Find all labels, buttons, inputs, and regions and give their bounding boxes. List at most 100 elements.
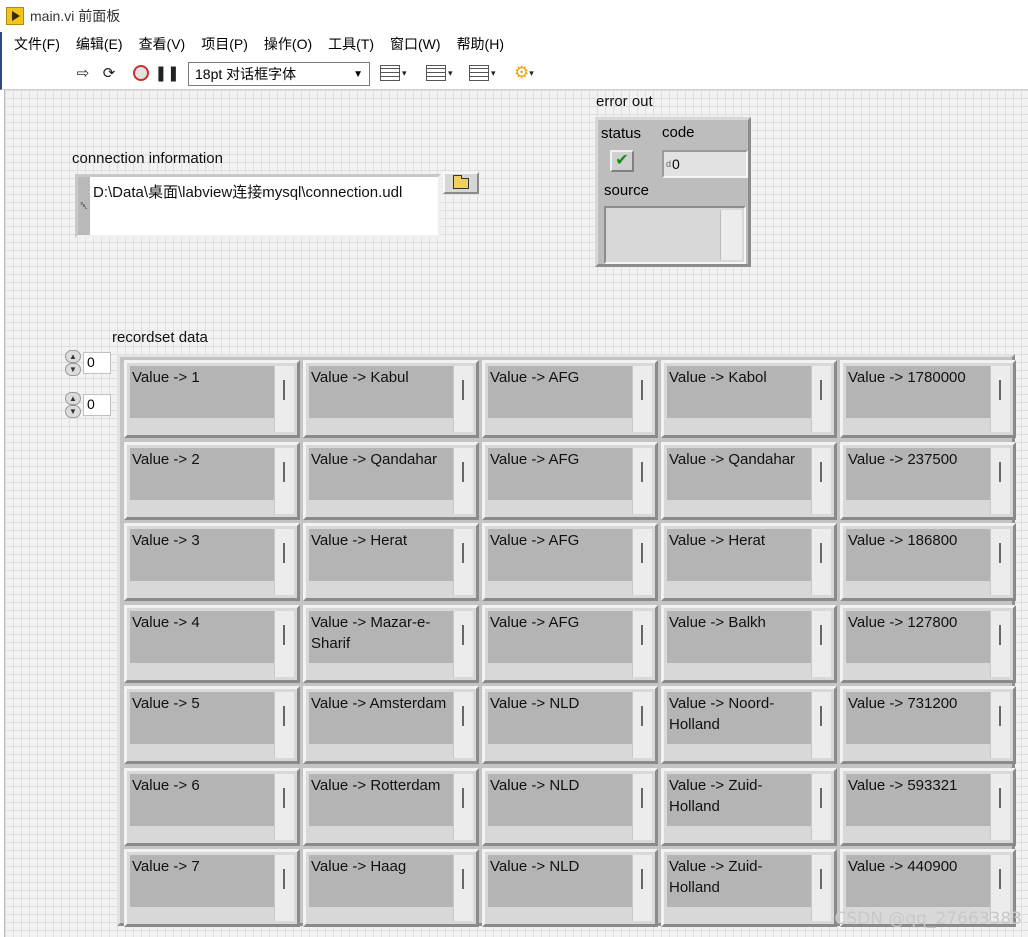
cell-scrollbar[interactable] (632, 773, 652, 840)
array-cell[interactable]: Value -> Zuid-Holland (661, 767, 837, 846)
array-cell[interactable]: Value -> Herat (661, 523, 837, 601)
array-cell[interactable]: Value -> Kabul (303, 360, 479, 438)
array-cell[interactable]: Value -> Qandahar (303, 441, 479, 520)
row-index-control[interactable]: ▲ ▼ 0 (63, 350, 111, 376)
cell-text[interactable]: Value -> 127800 (846, 610, 992, 663)
cell-text[interactable]: Value -> 731200 (846, 692, 992, 744)
cell-text[interactable]: Value -> Kabol (667, 366, 813, 418)
row-index-value[interactable]: 0 (83, 352, 111, 374)
menu-help[interactable]: 帮助(H) (449, 34, 512, 54)
cell-text[interactable]: Value -> AFG (488, 610, 634, 663)
browse-button[interactable] (443, 172, 479, 194)
cell-text[interactable]: Value -> AFG (488, 529, 634, 581)
array-cell[interactable]: Value -> AFG (482, 441, 658, 520)
cell-text[interactable]: Value -> 6 (130, 773, 276, 826)
cell-text[interactable]: Value -> 4 (130, 610, 276, 663)
cell-scrollbar[interactable] (274, 447, 294, 514)
connection-path-value[interactable]: D:\Data\桌面\labview连接mysql\connection.udl (93, 181, 402, 202)
cell-text[interactable]: Value -> Amsterdam (309, 692, 455, 744)
cell-scrollbar[interactable] (990, 366, 1010, 432)
cell-scrollbar[interactable] (274, 366, 294, 432)
cell-scrollbar[interactable] (274, 610, 294, 677)
array-cell[interactable]: Value -> Zuid-Holland (661, 849, 837, 927)
array-cell[interactable]: Value -> 2 (124, 441, 300, 520)
cell-text[interactable]: Value -> NLD (488, 855, 634, 907)
cell-text[interactable]: Value -> Qandahar (667, 447, 813, 500)
cell-scrollbar[interactable] (274, 855, 294, 921)
cell-text[interactable]: Value -> Zuid-Holland (667, 855, 813, 907)
cell-text[interactable]: Value -> Qandahar (309, 447, 455, 500)
array-cell[interactable]: Value -> 7 (124, 849, 300, 927)
array-cell[interactable]: Value -> Rotterdam (303, 767, 479, 846)
array-cell[interactable]: Value -> AFG (482, 604, 658, 683)
resize-objects-icon[interactable]: ▾ (469, 63, 496, 83)
cell-text[interactable]: Value -> AFG (488, 447, 634, 500)
pause-icon[interactable]: ❚❚ (154, 63, 179, 83)
cell-text[interactable]: Value -> Zuid-Holland (667, 773, 813, 826)
cell-scrollbar[interactable] (453, 692, 473, 758)
array-cell[interactable]: Value -> 6 (124, 767, 300, 846)
array-cell[interactable]: Value -> Qandahar (661, 441, 837, 520)
cell-text[interactable]: Value -> 7 (130, 855, 276, 907)
column-index-control[interactable]: ▲ ▼ 0 (63, 392, 111, 418)
column-index-value[interactable]: 0 (83, 394, 111, 416)
cell-scrollbar[interactable] (811, 692, 831, 758)
cell-scrollbar[interactable] (453, 610, 473, 677)
cell-scrollbar[interactable] (632, 610, 652, 677)
cell-text[interactable]: Value -> NLD (488, 692, 634, 744)
cell-text[interactable]: Value -> 5 (130, 692, 276, 744)
cell-text[interactable]: Value -> Balkh (667, 610, 813, 663)
connection-path-control[interactable]: ␡ D:\Data\桌面\labview连接mysql\connection.u… (75, 174, 441, 238)
cell-scrollbar[interactable] (632, 855, 652, 921)
menu-window[interactable]: 窗口(W) (382, 34, 449, 54)
cell-text[interactable]: Value -> 593321 (846, 773, 992, 826)
cell-text[interactable]: Value -> Herat (309, 529, 455, 581)
cell-text[interactable]: Value -> 237500 (846, 447, 992, 500)
cell-text[interactable]: Value -> 1 (130, 366, 276, 418)
cell-scrollbar[interactable] (274, 692, 294, 758)
cell-scrollbar[interactable] (453, 529, 473, 595)
cell-scrollbar[interactable] (811, 447, 831, 514)
cell-scrollbar[interactable] (811, 529, 831, 595)
cell-text[interactable]: Value -> NLD (488, 773, 634, 826)
array-cell[interactable]: Value -> Mazar-e-Sharif (303, 604, 479, 683)
source-scrollbar[interactable] (720, 210, 742, 260)
menu-tools[interactable]: 工具(T) (320, 34, 382, 54)
cell-scrollbar[interactable] (453, 447, 473, 514)
cell-text[interactable]: Value -> 1780000 (846, 366, 992, 418)
array-cell[interactable]: Value -> AFG (482, 523, 658, 601)
array-cell[interactable]: Value -> Herat (303, 523, 479, 601)
cell-scrollbar[interactable] (990, 773, 1010, 840)
cell-text[interactable]: Value -> Haag (309, 855, 455, 907)
cell-text[interactable]: Value -> Mazar-e-Sharif (309, 610, 455, 663)
cell-text[interactable]: Value -> Herat (667, 529, 813, 581)
cell-scrollbar[interactable] (811, 610, 831, 677)
cell-scrollbar[interactable] (274, 773, 294, 840)
array-cell[interactable]: Value -> Amsterdam (303, 686, 479, 764)
array-cell[interactable]: Value -> 4 (124, 604, 300, 683)
font-select[interactable]: 18pt 对话框字体 ▼ (188, 62, 370, 86)
array-cell[interactable]: Value -> Haag (303, 849, 479, 927)
cell-scrollbar[interactable] (632, 447, 652, 514)
array-cell[interactable]: Value -> Balkh (661, 604, 837, 683)
cell-scrollbar[interactable] (990, 447, 1010, 514)
decrement-arrow-icon[interactable]: ▼ (65, 405, 81, 418)
cell-scrollbar[interactable] (453, 366, 473, 432)
cell-scrollbar[interactable] (632, 529, 652, 595)
array-cell[interactable]: Value -> 593321 (840, 767, 1016, 846)
array-cell[interactable]: Value -> Kabol (661, 360, 837, 438)
cell-scrollbar[interactable] (990, 610, 1010, 677)
abort-execution-icon[interactable] (130, 63, 152, 83)
array-cell[interactable]: Value -> NLD (482, 686, 658, 764)
cell-scrollbar[interactable] (811, 366, 831, 432)
menu-project[interactable]: 项目(P) (193, 34, 256, 54)
cell-text[interactable]: Value -> Kabul (309, 366, 455, 418)
cell-scrollbar[interactable] (632, 366, 652, 432)
menu-view[interactable]: 查看(V) (131, 34, 194, 54)
array-cell[interactable]: Value -> 731200 (840, 686, 1016, 764)
array-cell[interactable]: Value -> 186800 (840, 523, 1016, 601)
cell-scrollbar[interactable] (811, 855, 831, 921)
align-objects-icon[interactable]: ▾ (380, 63, 407, 83)
distribute-objects-icon[interactable]: ▾ (426, 63, 453, 83)
array-cell[interactable]: Value -> Noord-Holland (661, 686, 837, 764)
